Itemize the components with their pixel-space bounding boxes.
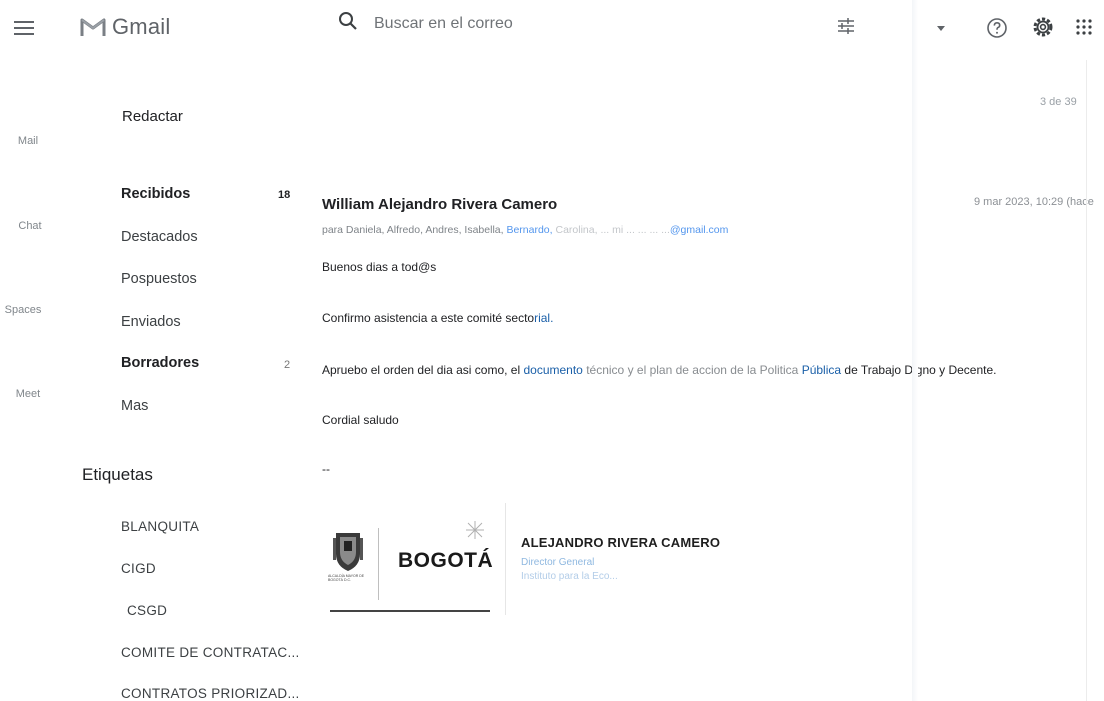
nav-item-label: Recibidos [121, 186, 191, 202]
tune-icon[interactable] [836, 16, 856, 36]
body-paragraph: Confirmo asistencia a este comité sector… [322, 311, 553, 325]
nav-item-inbox[interactable]: Recibidos [121, 186, 190, 202]
body-link[interactable]: Pública [802, 363, 841, 377]
body-text: Apruebo el orden del dia asi como, el [322, 363, 521, 377]
gmail-logo[interactable]: Gmail [80, 14, 170, 40]
crest-icon [333, 533, 363, 571]
recipient-highlight: Bernardo, [506, 224, 553, 236]
rail-item-label: Meet [15, 388, 41, 400]
signature-org: Instituto para la Eco... [521, 571, 618, 582]
body-link[interactable]: rial. [534, 311, 553, 325]
rail-item-meet[interactable]: Meet [0, 388, 66, 400]
label-item[interactable]: COMITE DE CONTRATAC... [121, 645, 300, 660]
body-text: de Trabajo Digno y Decente. [844, 363, 997, 377]
nav-item-starred[interactable]: Destacados [121, 229, 198, 245]
nav-item-label: Enviados [121, 314, 181, 330]
signature-separator: -- [322, 462, 330, 476]
star-burst-icon [466, 521, 484, 539]
crest-caption: ALCALDÍA MAYOR DE BOGOTÁ D.C. [328, 574, 365, 582]
recipient-email: @gmail.com [669, 224, 729, 236]
menu-icon[interactable] [14, 18, 34, 38]
message-date: 9 mar 2023, 10:29 (hace [974, 196, 1094, 208]
closing: Cordial saludo [322, 413, 399, 427]
recipients-text: para Daniela, Alfredo, Andres, Isabella, [322, 224, 504, 236]
nav-item-more[interactable]: Mas [121, 398, 148, 414]
bogota-logo: BOGOTÁ [398, 549, 494, 572]
chevron-down-icon[interactable] [937, 26, 945, 31]
greeting: Buenos dias a tod@s [322, 260, 437, 274]
gmail-logo-icon [80, 18, 106, 36]
label-item[interactable]: CIGD [121, 561, 156, 576]
rail-item-mail[interactable]: Mail [0, 135, 66, 147]
search-icon[interactable] [337, 10, 359, 32]
rail-item-label: Mail [17, 135, 39, 147]
right-panel-border [1086, 60, 1087, 701]
nav-item-label: Mas [121, 398, 149, 414]
rail-item-label: Spaces [4, 304, 42, 316]
recipients-faint: Carolina, ... mi ... ... ... ... [555, 224, 670, 236]
body-text: y el plan de accion de la Politica [627, 363, 799, 377]
sender-name[interactable]: William Alejandro Rivera Camero [322, 196, 557, 213]
label-item[interactable]: CONTRATOS PRIORIZAD... [121, 686, 300, 701]
apps-icon[interactable] [1075, 18, 1093, 36]
nav-item-label: Destacados [121, 229, 198, 245]
signature-underline [330, 610, 490, 612]
app-name: Gmail [112, 14, 171, 39]
nav-item-label: Borradores [121, 355, 200, 371]
signature-vertical-line [505, 503, 506, 615]
message-counter: 3 de 39 [1040, 96, 1077, 108]
signature-divider [378, 528, 379, 600]
signature-name: ALEJANDRO RIVERA CAMERO [521, 535, 721, 550]
label-item[interactable]: CSGD [127, 603, 167, 618]
compose-button[interactable]: Redactar [122, 108, 183, 125]
body-text: técnico [586, 363, 625, 377]
search-input[interactable] [372, 11, 806, 37]
body-paragraph: Apruebo el orden del dia asi como, el do… [322, 363, 996, 377]
rail-item-label: Chat [18, 220, 42, 232]
gear-icon[interactable] [1031, 15, 1055, 39]
drafts-count: 2 [284, 359, 291, 371]
nav-item-label: Pospuestos [121, 271, 197, 287]
inbox-count: 18 [278, 189, 291, 201]
rail-item-spaces[interactable]: Spaces [0, 304, 61, 316]
labels-title: Etiquetas [82, 465, 153, 484]
scan-shadow [912, 0, 918, 701]
nav-item-sent[interactable]: Enviados [121, 314, 181, 330]
recipients-line[interactable]: para Daniela, Alfredo, Andres, Isabella,… [322, 224, 728, 236]
body-text: Confirmo asistencia a este comité secto [322, 311, 535, 325]
signature-role: Director General [521, 557, 595, 568]
rail-item-chat[interactable]: Chat [0, 220, 68, 232]
help-icon[interactable] [986, 17, 1008, 39]
nav-item-drafts[interactable]: Borradores [121, 355, 199, 371]
label-item[interactable]: BLANQUITA [121, 519, 199, 534]
nav-item-snoozed[interactable]: Pospuestos [121, 271, 197, 287]
body-link[interactable]: documento [523, 363, 582, 377]
